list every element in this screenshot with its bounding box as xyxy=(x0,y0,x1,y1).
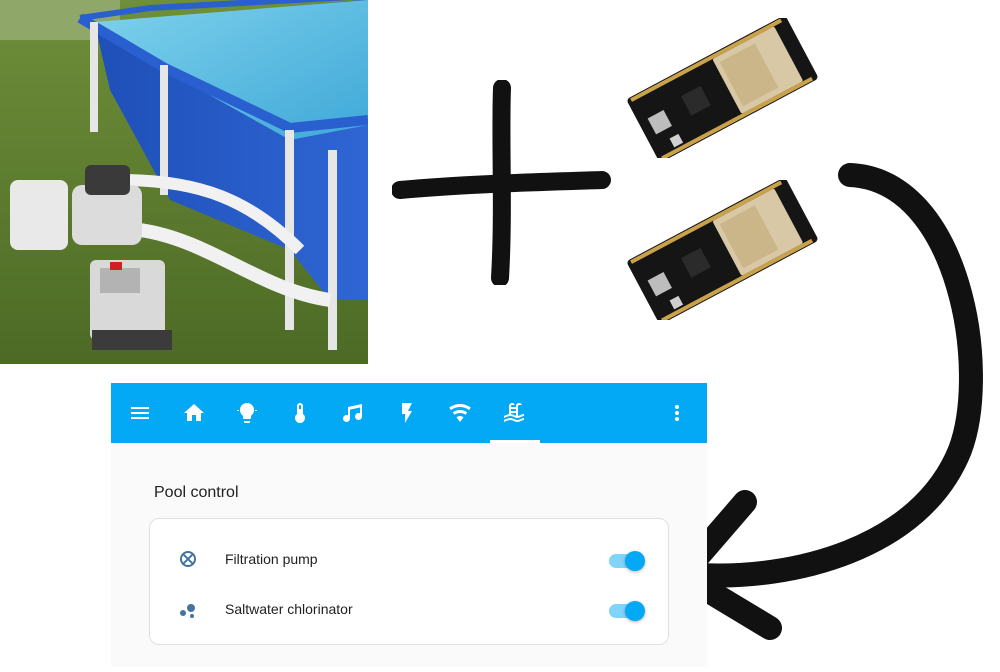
music-icon[interactable] xyxy=(341,401,365,425)
active-tab-indicator xyxy=(490,440,540,443)
entities-card: Filtration pump Saltwater chlorinator xyxy=(149,518,669,645)
pool-icon[interactable] xyxy=(502,401,526,425)
thermometer-icon[interactable] xyxy=(288,401,312,425)
toggle-knob xyxy=(625,601,645,621)
plus-sign xyxy=(391,79,612,287)
saltwater-chlorinator-toggle[interactable] xyxy=(607,599,647,621)
wifi-icon[interactable] xyxy=(448,401,472,425)
home-assistant-panel: Pool control Filtration pump Saltwater c… xyxy=(111,383,707,667)
flash-icon[interactable] xyxy=(395,401,419,425)
chlorinator-icon xyxy=(176,597,200,621)
menu-icon[interactable] xyxy=(128,401,152,425)
curved-arrow xyxy=(660,150,1000,667)
toolbar xyxy=(111,383,707,443)
more-vert-icon[interactable] xyxy=(665,401,689,425)
esp32-board xyxy=(612,16,832,162)
section-title: Pool control xyxy=(154,484,239,501)
home-icon[interactable] xyxy=(182,401,206,425)
filtration-pump-toggle[interactable] xyxy=(607,549,647,571)
pool-photo xyxy=(0,0,368,364)
entity-row-filtration-pump[interactable]: Filtration pump xyxy=(150,539,668,579)
toggle-knob xyxy=(625,551,645,571)
entity-row-saltwater-chlorinator[interactable]: Saltwater chlorinator xyxy=(150,589,668,629)
entity-name: Saltwater chlorinator xyxy=(225,601,353,617)
pump-icon xyxy=(176,547,200,571)
entity-name: Filtration pump xyxy=(225,551,318,567)
lightbulb-icon[interactable] xyxy=(235,401,259,425)
